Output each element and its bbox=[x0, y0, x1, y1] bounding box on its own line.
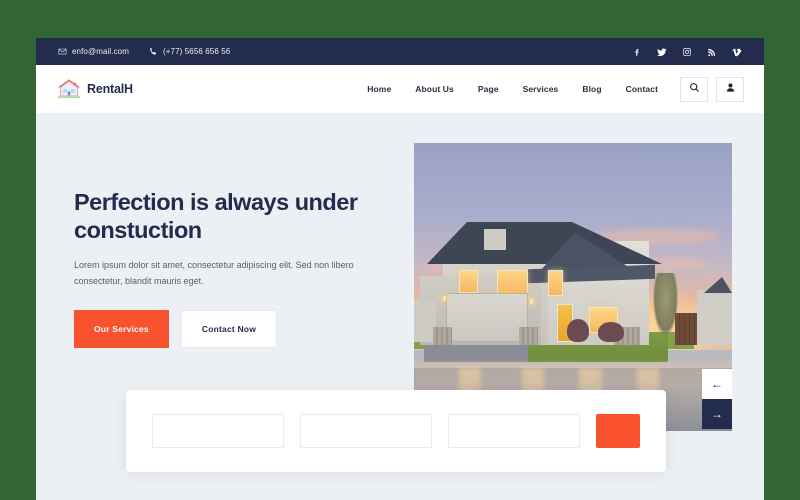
slider-next-button[interactable]: → bbox=[702, 399, 732, 429]
contact-email-text: enfo@mail.com bbox=[72, 47, 129, 56]
slider-prev-button[interactable]: ← bbox=[702, 369, 732, 399]
social-links bbox=[631, 46, 742, 57]
main-nav: Home About Us Page Services Blog Contact bbox=[367, 84, 658, 94]
shrub bbox=[598, 321, 624, 342]
user-icon bbox=[725, 80, 736, 98]
twitter-icon[interactable] bbox=[656, 46, 667, 57]
search-field-1[interactable] bbox=[152, 414, 284, 448]
garage-light bbox=[442, 296, 446, 302]
logo[interactable]: RentalH bbox=[56, 77, 133, 101]
dormer bbox=[483, 223, 507, 250]
hero-copy: Perfection is always under constuction L… bbox=[74, 188, 404, 348]
neighbor-roof bbox=[704, 276, 732, 293]
shrub bbox=[566, 318, 589, 342]
hero-section: Perfection is always under constuction L… bbox=[36, 113, 764, 472]
envelope-icon bbox=[58, 47, 67, 56]
search-field-2[interactable] bbox=[300, 414, 432, 448]
hero-description: Lorem ipsum dolor sit amet, consectetur … bbox=[74, 260, 354, 287]
top-bar-contacts: enfo@mail.com (+77) 5656 656 56 bbox=[58, 47, 230, 56]
window bbox=[458, 269, 478, 293]
search-button[interactable] bbox=[680, 76, 708, 102]
vimeo-icon[interactable] bbox=[731, 46, 742, 57]
stone-veneer bbox=[433, 327, 453, 345]
contact-email[interactable]: enfo@mail.com bbox=[58, 47, 129, 56]
site-header: RentalH Home About Us Page Services Blog… bbox=[36, 65, 764, 113]
nav-item-blog[interactable]: Blog bbox=[582, 84, 601, 94]
header-actions bbox=[680, 76, 744, 102]
contact-now-button[interactable]: Contact Now bbox=[180, 309, 278, 348]
garage-door bbox=[445, 292, 529, 342]
instagram-icon[interactable] bbox=[681, 46, 692, 57]
window bbox=[496, 269, 529, 296]
contact-phone[interactable]: (+77) 5656 656 56 bbox=[149, 47, 230, 56]
account-button[interactable] bbox=[716, 76, 744, 102]
search-icon bbox=[689, 80, 700, 98]
phone-icon bbox=[149, 47, 158, 56]
search-field-3[interactable] bbox=[448, 414, 580, 448]
hero-title: Perfection is always under constuction bbox=[74, 189, 358, 244]
nav-item-contact[interactable]: Contact bbox=[626, 84, 658, 94]
logo-text: RentalH bbox=[87, 82, 133, 96]
stone-veneer bbox=[518, 327, 539, 345]
secondary-roof bbox=[541, 231, 634, 270]
house-logo-icon bbox=[56, 77, 82, 101]
page-frame: enfo@mail.com (+77) 5656 656 56 RentalH … bbox=[36, 38, 764, 500]
property-search-card bbox=[126, 390, 666, 472]
contact-phone-text: (+77) 5656 656 56 bbox=[163, 47, 231, 56]
nav-item-services[interactable]: Services bbox=[523, 84, 559, 94]
nav-item-about-us[interactable]: About Us bbox=[415, 84, 454, 94]
nav-item-page[interactable]: Page bbox=[478, 84, 499, 94]
rss-icon[interactable] bbox=[706, 46, 717, 57]
nav-item-home[interactable]: Home bbox=[367, 84, 391, 94]
neighbor-house bbox=[697, 289, 732, 345]
hero-image bbox=[414, 143, 732, 431]
search-submit-button[interactable] bbox=[596, 414, 640, 448]
top-bar: enfo@mail.com (+77) 5656 656 56 bbox=[36, 38, 764, 65]
facebook-icon[interactable] bbox=[631, 46, 642, 57]
house-photo bbox=[414, 143, 732, 431]
window bbox=[547, 269, 564, 296]
hero-buttons: Our Services Contact Now bbox=[74, 309, 404, 348]
our-services-button[interactable]: Our Services bbox=[74, 309, 169, 348]
